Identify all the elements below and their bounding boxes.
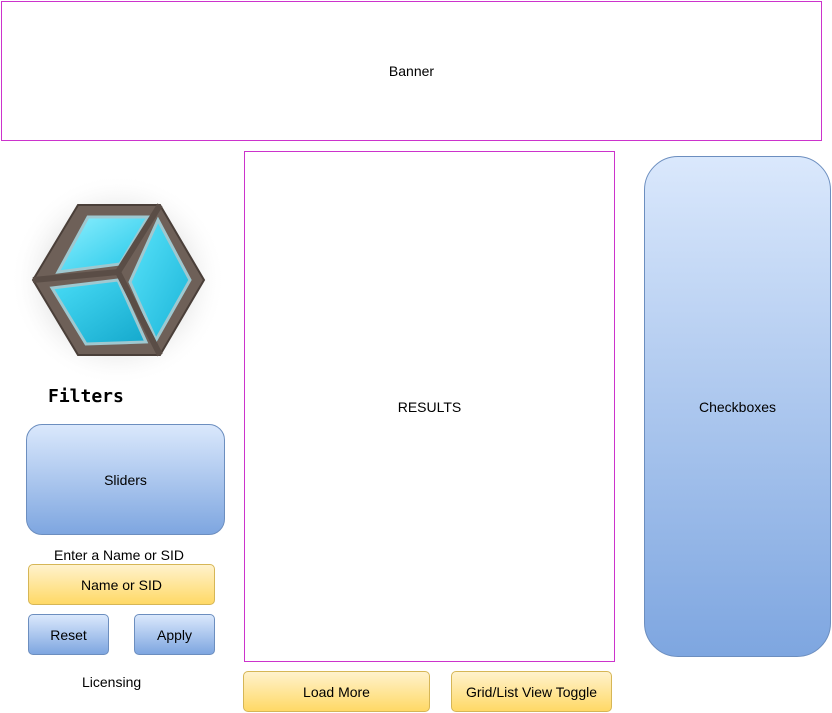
filters-heading: Filters — [48, 386, 124, 407]
sliders-label: Sliders — [104, 471, 147, 488]
load-more-button[interactable]: Load More — [243, 671, 430, 712]
checkboxes-label: Checkboxes — [698, 398, 777, 415]
load-more-label: Load More — [303, 683, 370, 700]
apply-button[interactable]: Apply — [134, 614, 215, 655]
name-input-label: Name or SID — [81, 576, 162, 593]
name-or-sid-input[interactable]: Name or SID — [28, 564, 215, 605]
banner: Banner — [1, 1, 822, 141]
licensing-link[interactable]: Licensing — [82, 674, 141, 690]
view-toggle-label: Grid/List View Toggle — [466, 683, 597, 700]
name-prompt-label: Enter a Name or SID — [54, 547, 184, 563]
logo-cube-icon — [8, 172, 228, 388]
cube-icon — [10, 174, 226, 386]
view-toggle-button[interactable]: Grid/List View Toggle — [451, 671, 612, 712]
results-panel: RESULTS — [244, 151, 615, 662]
banner-label: Banner — [388, 63, 435, 79]
reset-label: Reset — [50, 626, 87, 643]
apply-label: Apply — [156, 626, 193, 643]
results-label: RESULTS — [397, 398, 462, 415]
checkboxes-panel[interactable]: Checkboxes — [644, 156, 831, 657]
sliders-panel[interactable]: Sliders — [26, 424, 225, 535]
reset-button[interactable]: Reset — [28, 614, 109, 655]
